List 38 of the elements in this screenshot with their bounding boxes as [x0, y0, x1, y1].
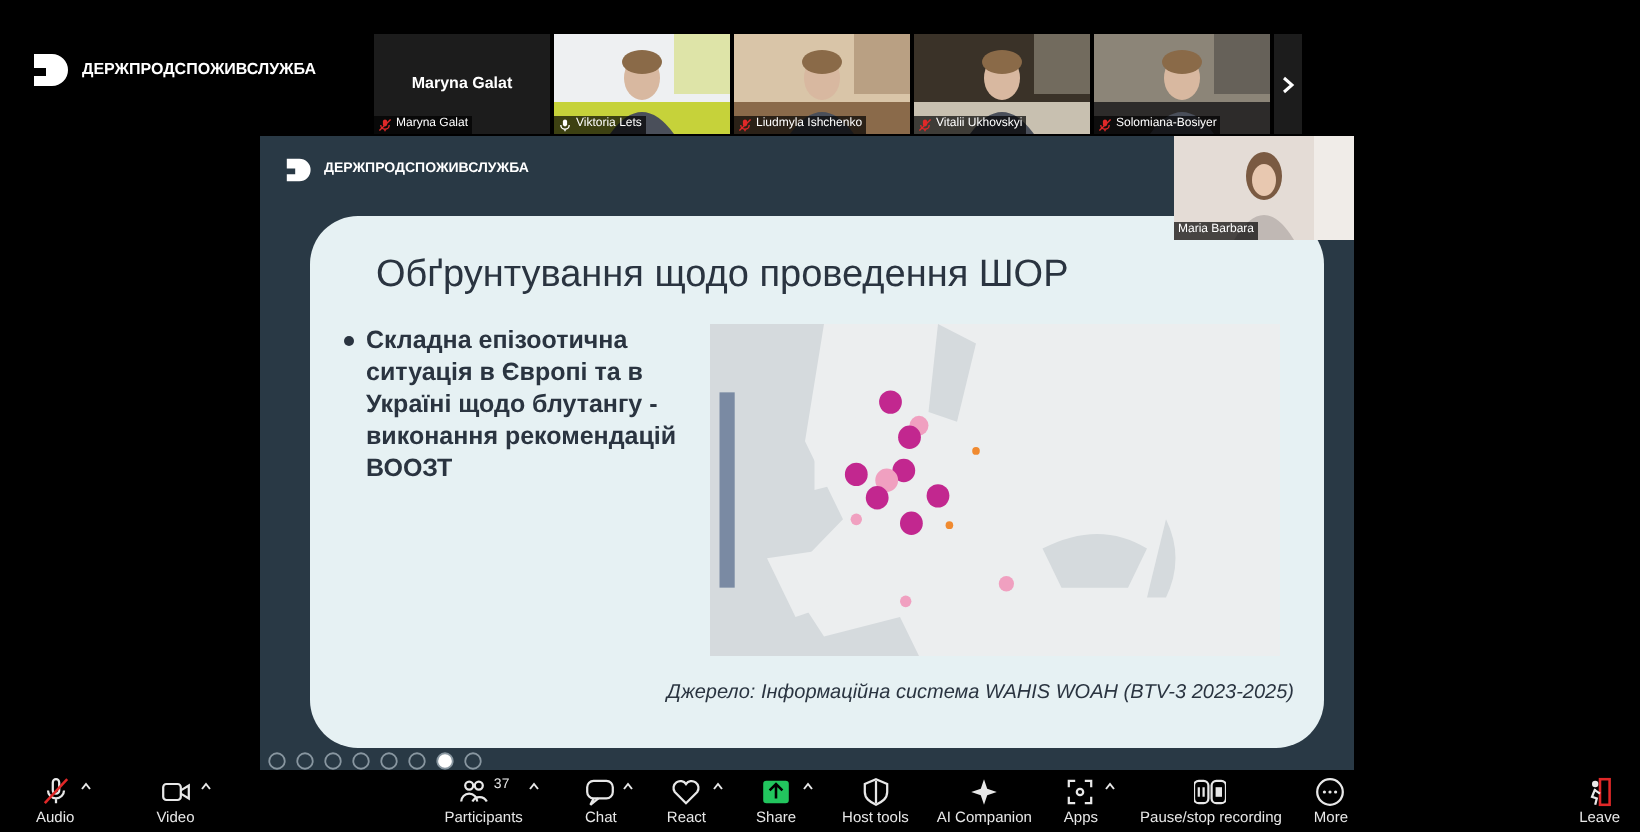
mic-icon — [558, 118, 572, 132]
caret-up-icon[interactable] — [80, 781, 93, 789]
slide-more-icon[interactable] — [464, 752, 482, 770]
slide-grid-icon[interactable] — [408, 752, 426, 770]
caret-up-icon[interactable] — [200, 781, 213, 789]
bullet-text: Складна епізоотична ситуація в Європі та в Україні щодо блутангу - виконання рекомендацій ВООЗТ — [366, 324, 679, 487]
slide-title: Обґрунтування щодо проведення ШОР — [376, 251, 1071, 300]
next-page-button[interactable] — [1274, 34, 1302, 134]
apps-icon — [1064, 775, 1097, 807]
muted-mic-icon — [378, 118, 392, 132]
slide-next-icon[interactable] — [296, 752, 314, 770]
people-icon — [457, 775, 490, 807]
source-caption: Джерело: Інформаційна система WAHIS WOAH (BTV-3 2023-2025) — [666, 680, 1294, 709]
bullet-icon — [344, 336, 354, 347]
sparkle-icon — [968, 775, 1001, 807]
heart-icon — [670, 775, 703, 807]
slide-pen-icon[interactable] — [324, 752, 342, 770]
slide-camera-icon[interactable] — [436, 752, 454, 770]
caret-up-icon[interactable] — [712, 781, 725, 789]
logo-text: ДЕРЖПРОДСПОЖИВСЛУЖБА — [82, 58, 317, 82]
logo-icon — [284, 156, 312, 184]
caret-up-icon[interactable] — [802, 781, 815, 789]
muted-mic-icon — [918, 118, 932, 132]
chevron-right-icon — [1281, 75, 1295, 93]
slide-pointer-icon[interactable] — [352, 752, 370, 770]
participant-title: Maryna Galat — [411, 72, 513, 96]
pause-stop-icon — [1194, 775, 1227, 807]
muted-mic-icon — [1098, 118, 1112, 132]
muted-mic-icon — [738, 118, 752, 132]
caret-up-icon[interactable] — [528, 781, 541, 789]
caret-up-icon[interactable] — [622, 781, 635, 789]
more-icon — [1314, 775, 1347, 807]
caret-up-icon[interactable] — [1104, 781, 1117, 789]
slide-prev-icon[interactable] — [268, 752, 286, 770]
logo-icon — [30, 50, 70, 90]
slide-zoom-icon[interactable] — [380, 752, 398, 770]
shield-icon — [859, 775, 892, 807]
chat-icon — [584, 775, 617, 807]
